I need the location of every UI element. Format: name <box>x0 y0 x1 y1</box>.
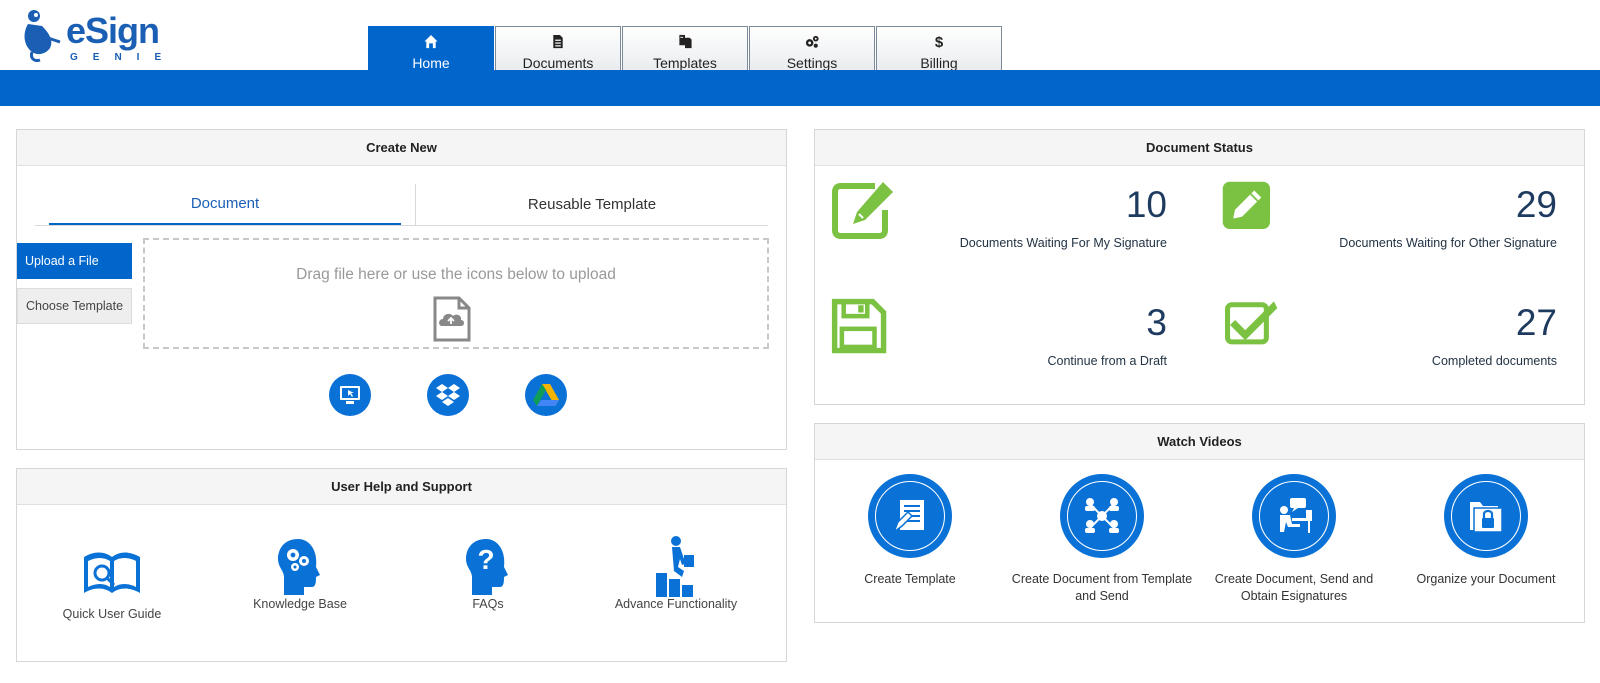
head-question-icon: ? <box>466 539 508 595</box>
svg-text:?: ? <box>477 544 494 575</box>
upload-google-drive-button[interactable] <box>525 374 567 416</box>
nav-tab-templates[interactable]: Templates <box>622 26 748 71</box>
status-waiting-my-signature[interactable]: 10 Documents Waiting For My Signature <box>815 180 1195 290</box>
video-label-create-template: Create Template <box>864 572 956 586</box>
head-gears-icon <box>278 539 320 595</box>
logo-wordmark: eSign <box>66 10 160 51</box>
video-label-create-send-obtain: Create Document, Send and Obtain Esignat… <box>1214 572 1374 603</box>
nav-label-home: Home <box>412 55 450 71</box>
create-new-panel: Create New Document Reusable Template Up… <box>16 129 787 450</box>
upload-dropbox-button[interactable] <box>427 374 469 416</box>
watch-videos-panel: Watch Videos Create Template Create Docu… <box>814 423 1585 623</box>
status-completed[interactable]: 27 Completed documents <box>1205 298 1585 408</box>
help-item-quick-user-guide[interactable]: Quick User Guide <box>17 505 207 621</box>
status-label-draft: Continue from a Draft <box>1047 354 1168 368</box>
nav-tab-settings[interactable]: Settings <box>749 26 875 71</box>
videos-title: Watch Videos <box>815 424 1584 460</box>
google-drive-icon <box>533 384 559 406</box>
status-label-my-signature: Documents Waiting For My Signature <box>959 236 1167 250</box>
folder-lock-icon <box>1470 502 1503 533</box>
document-status-panel: Document Status 10 Documents Waiting For… <box>814 129 1585 405</box>
nav-label-settings: Settings <box>786 55 838 71</box>
choose-template-button[interactable]: Choose Template <box>17 288 132 324</box>
esign-genie-logo[interactable]: eSign GENIE <box>20 6 170 66</box>
document-pen-icon <box>892 500 924 535</box>
status-count-draft: 3 <box>1146 302 1167 343</box>
nav-tab-documents[interactable]: Documents <box>495 26 621 71</box>
person-desk-icon <box>1280 498 1312 533</box>
nav-tab-billing[interactable]: $ Billing <box>876 26 1002 71</box>
help-label-knowledge-base: Knowledge Base <box>253 597 347 611</box>
status-label-completed: Completed documents <box>1431 354 1557 368</box>
video-create-template[interactable]: Create Template <box>815 474 1005 588</box>
video-organize-document[interactable]: Organize your Document <box>1391 474 1581 588</box>
help-item-advance-functionality[interactable]: Advance Functionality <box>581 505 771 611</box>
status-continue-draft[interactable]: 3 Continue from a Draft <box>815 298 1195 408</box>
help-item-knowledge-base[interactable]: Knowledge Base <box>205 505 395 611</box>
video-create-send-obtain[interactable]: Create Document, Send and Obtain Esignat… <box>1199 474 1389 605</box>
file-dropzone[interactable]: Drag file here or use the icons below to… <box>143 238 769 349</box>
templates-icon <box>679 34 692 49</box>
status-count-other-signature: 29 <box>1515 184 1557 225</box>
help-items: Quick User Guide Knowledge Base ? FAQs A… <box>17 505 786 663</box>
dropzone-text: Drag file here or use the icons below to… <box>296 266 616 283</box>
checkbox-icon <box>1225 301 1278 345</box>
cloud-upload-file-icon <box>433 296 471 342</box>
edit-filled-icon <box>1222 181 1270 229</box>
status-waiting-other-signature[interactable]: 29 Documents Waiting for Other Signature <box>1205 180 1585 290</box>
climbing-person-icon <box>656 536 694 597</box>
video-create-from-template[interactable]: Create Document from Template and Send <box>1007 474 1197 605</box>
status-count-completed: 27 <box>1515 302 1557 343</box>
nav-tab-home[interactable]: Home <box>368 26 494 71</box>
book-magnifier-icon <box>84 552 140 593</box>
computer-icon <box>340 386 360 404</box>
status-count-my-signature: 10 <box>1125 184 1167 225</box>
header-bar <box>0 70 1600 106</box>
create-new-tabs: Document Reusable Template <box>35 184 768 226</box>
nav-label-templates: Templates <box>653 55 717 71</box>
gears-icon <box>805 35 819 48</box>
floppy-icon <box>831 298 887 354</box>
create-new-title: Create New <box>17 130 786 166</box>
dropbox-icon <box>436 384 460 406</box>
upload-file-button[interactable]: Upload a File <box>17 243 132 279</box>
tab-reusable-template[interactable]: Reusable Template <box>415 184 768 225</box>
logo-subtitle: GENIE <box>70 52 177 63</box>
help-label-advance-functionality: Advance Functionality <box>614 597 738 611</box>
edit-outline-icon <box>832 182 893 239</box>
help-label-quick-user-guide: Quick User Guide <box>62 607 162 621</box>
help-label-faqs: FAQs <box>472 597 504 611</box>
tab-document[interactable]: Document <box>49 184 401 225</box>
help-title: User Help and Support <box>17 469 786 505</box>
status-title: Document Status <box>815 130 1584 166</box>
video-label-create-from-template: Create Document from Template and Send <box>1011 572 1193 603</box>
help-item-faqs[interactable]: ? FAQs <box>393 505 583 611</box>
upload-computer-button[interactable] <box>329 374 371 416</box>
network-people-icon <box>1085 498 1119 533</box>
status-label-other-signature: Documents Waiting for Other Signature <box>1339 236 1557 250</box>
nav-label-billing: Billing <box>920 55 958 71</box>
dollar-icon: $ <box>935 34 944 49</box>
genie-mascot-icon <box>24 10 61 62</box>
help-support-panel: User Help and Support Quick User Guide K… <box>16 468 787 662</box>
main-nav: Home Documents Templates Settings $ Bill… <box>368 26 1002 71</box>
video-label-organize-document: Organize your Document <box>1416 572 1556 586</box>
nav-label-documents: Documents <box>522 55 594 71</box>
document-icon <box>553 34 563 49</box>
svg-text:$: $ <box>935 34 944 49</box>
home-icon <box>424 34 438 49</box>
